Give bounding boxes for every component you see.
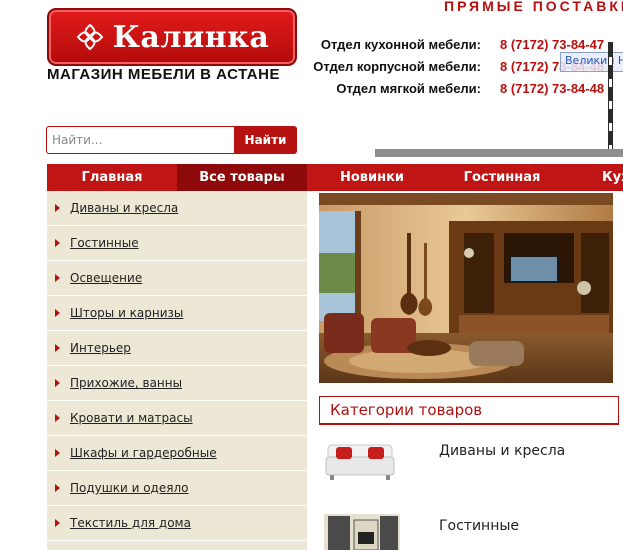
nav-item-living-room[interactable]: Гостинная [437,164,567,191]
contact-label: Отдел корпусной мебели: [313,59,481,74]
arrow-right-icon [55,414,60,422]
sofa-icon [325,444,395,480]
sidebar-item-label[interactable]: Текстиль для дома [70,516,191,530]
sidebar-item[interactable]: Прихожие, ванны [47,366,307,401]
sidebar-item-label[interactable]: Диваны и кресла [70,201,178,215]
contact-kitchen: Отдел кухонной мебели: 8 (7172) 73-84-47 [0,37,623,55]
arrow-right-icon [55,309,60,317]
sidebar-item[interactable]: Шкафы и гардеробные [47,436,307,471]
nav-item-all-products[interactable]: Все товары [177,164,307,191]
sidebar-item-label[interactable]: Освещение [70,271,142,285]
wall-unit-icon [324,514,400,550]
sidebar-item-label[interactable]: Интерьер [70,341,131,355]
contact-phone[interactable]: 8 (7172) 73-84-48 [500,81,604,96]
living-room-illustration [319,193,613,383]
arrow-right-icon [55,204,60,212]
city-tooltip[interactable]: Великий Н [560,52,623,72]
sidebar-item[interactable]: Кровати и матрасы [47,401,307,436]
sidebar-item[interactable]: Освещение [47,261,307,296]
sidebar-item[interactable]: Подушки и одеяло [47,471,307,506]
sidebar-item-label[interactable]: Прихожие, ванны [70,376,182,390]
sidebar-item[interactable]: Диваны и кресла [47,191,307,226]
sidebar-item-label[interactable]: Подушки и одеяло [70,481,188,495]
arrow-right-icon [55,379,60,387]
category-label[interactable]: Диваны и кресла [439,443,565,459]
nav-item-new[interactable]: Новинки [307,164,437,191]
contact-upholstered: Отдел мягкой мебели: 8 (7172) 73-84-48 [0,81,623,99]
sidebar-item[interactable]: Текстиль для дома [47,506,307,541]
direct-supplies-heading: ПРЯМЫЕ ПОСТАВКИ [444,0,623,14]
sidebar-item-label[interactable]: Гостинные [70,236,139,250]
sidebar-item-label[interactable]: Шторы и карнизы [70,306,183,320]
category-label[interactable]: Гостинные [439,518,519,534]
search-button[interactable]: Найти [234,126,297,154]
categories-heading: Категории товаров [319,396,619,425]
contact-cabinet: Отдел корпусной мебели: 8 (7172) 73-84-4… [0,59,623,77]
arrow-right-icon [55,239,60,247]
sofa-thumbnail[interactable] [324,437,396,483]
nav-item-home[interactable]: Главная [47,164,177,191]
search-input[interactable] [46,126,235,154]
arrow-right-icon [55,274,60,282]
contact-label: Отдел кухонной мебели: [320,37,481,52]
flag-pole-decoration [608,42,613,150]
contact-label: Отдел мягкой мебели: [336,81,481,96]
arrow-right-icon [55,449,60,457]
arrow-right-icon [55,344,60,352]
main-nav: Главная Все товары Новинки Гостинная Кух… [47,164,623,191]
nav-item-kitchens[interactable]: Кухни [567,164,623,191]
contact-phone[interactable]: 8 (7172) 73-84-47 [500,37,604,52]
header-divider [375,149,623,157]
arrow-right-icon [55,519,60,527]
sidebar-item[interactable]: Шторы и карнизы [47,296,307,331]
arrow-right-icon [55,484,60,492]
sidebar-item[interactable]: Интерьер [47,331,307,366]
living-room-banner[interactable] [319,193,613,383]
sidebar-item[interactable]: Гостинные [47,226,307,261]
sidebar-item-label[interactable]: Шкафы и гардеробные [70,446,217,460]
sidebar-item-label[interactable]: Кровати и матрасы [70,411,193,425]
category-sidebar: Диваны и кресла Гостинные Освещение Штор… [47,191,307,550]
living-room-thumbnail[interactable] [324,514,400,550]
